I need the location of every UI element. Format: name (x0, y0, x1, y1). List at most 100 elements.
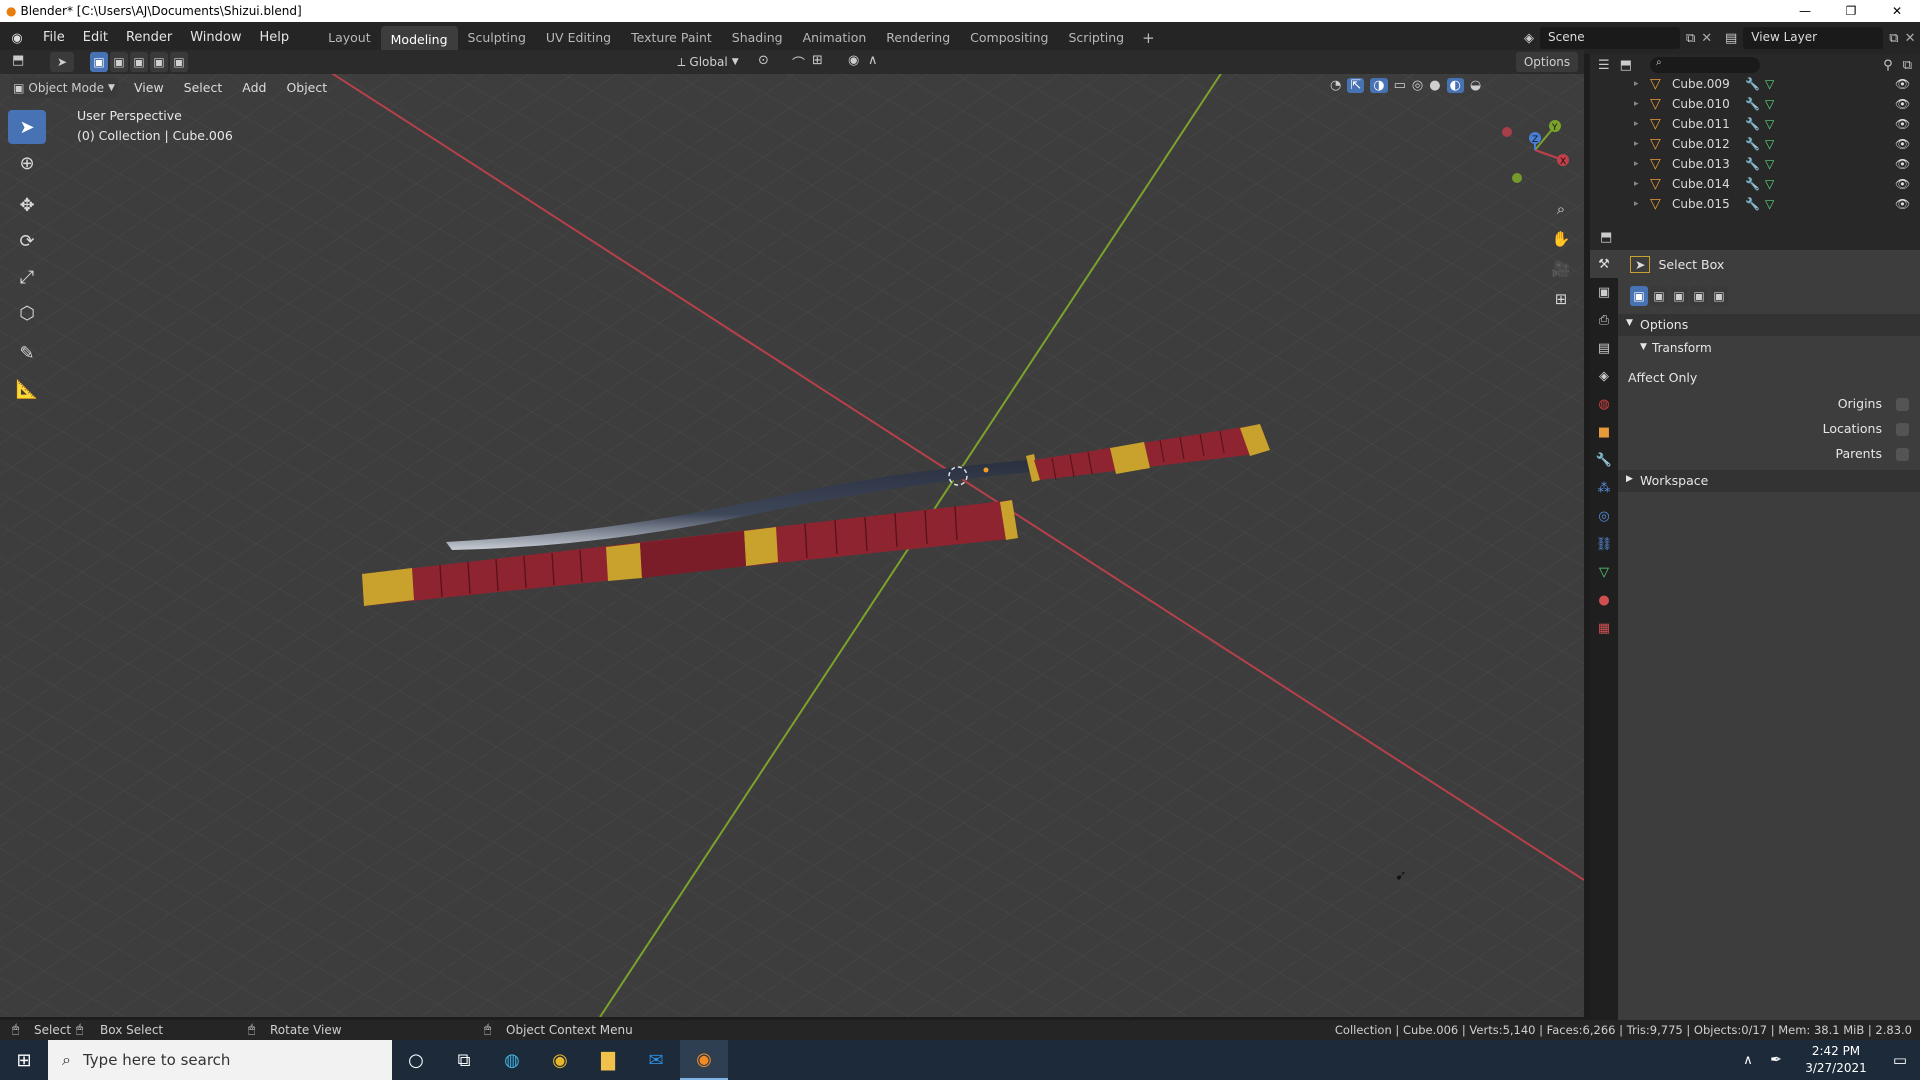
modifier-wrench-icon[interactable]: 🔧 (1745, 197, 1760, 211)
proportional-edit-icon[interactable]: ◉ (848, 53, 859, 68)
gizmo-toggle-icon[interactable]: ⇱ (1347, 78, 1365, 93)
measure-tool[interactable]: 📐 (8, 372, 46, 406)
prop-select-subtract-icon[interactable]: ▣ (1670, 286, 1688, 306)
task-view-icon[interactable]: ⧉ (440, 1040, 488, 1080)
outliner-item[interactable]: ▸ ▽ Cube.012 🔧 ▽ 👁 (1590, 134, 1920, 154)
move-tool[interactable]: ✥ (8, 188, 46, 222)
scene-field[interactable]: Scene (1540, 27, 1680, 49)
taskbar-search[interactable]: ⌕ Type here to search (48, 1040, 392, 1080)
new-scene-icon[interactable]: ⧉ (1686, 31, 1695, 46)
particles-tab-icon[interactable]: ⁂ (1590, 474, 1618, 502)
delete-scene-icon[interactable]: ✕ (1701, 31, 1712, 46)
active-tool-icon[interactable]: ➤ (50, 52, 74, 72)
prop-select-extend-icon[interactable]: ▣ (1650, 286, 1668, 306)
gizmo-neg-x-handle[interactable] (1502, 127, 1512, 137)
mesh-data-icon[interactable]: ▽ (1765, 77, 1774, 91)
visibility-eye-icon[interactable]: 👁 (1895, 117, 1910, 131)
wireframe-shading-icon[interactable]: ◎ (1412, 78, 1423, 93)
select-extend-icon[interactable]: ▣ (110, 52, 128, 72)
constraints-tab-icon[interactable]: ⛓ (1590, 530, 1618, 558)
new-collection-icon[interactable]: ⧉ (1903, 58, 1912, 73)
select-box-tool[interactable]: ➤ (8, 110, 46, 144)
xray-icon[interactable]: ▭ (1394, 78, 1406, 93)
chevron-right-icon[interactable]: ▸ (1634, 159, 1639, 169)
blender-menu-icon[interactable]: ◉ (0, 31, 34, 46)
texture-tab-icon[interactable]: ▦ (1590, 614, 1618, 642)
close-button[interactable]: ✕ (1874, 0, 1920, 22)
material-tab-icon[interactable]: ● (1590, 586, 1618, 614)
delete-view-layer-icon[interactable]: ✕ (1905, 31, 1916, 46)
blender-taskbar-icon[interactable]: ◉ (680, 1040, 728, 1080)
properties-editor-icon[interactable]: ⬒ (1600, 230, 1612, 245)
mesh-data-icon[interactable]: ▽ (1765, 97, 1774, 111)
prop-select-invert-icon[interactable]: ▣ (1690, 286, 1708, 306)
pen-workspace-icon[interactable]: ✒ (1762, 1040, 1790, 1080)
chevron-right-icon[interactable]: ▸ (1634, 139, 1639, 149)
filter-icon[interactable]: ⚲ (1883, 58, 1893, 73)
viewport-menu-view[interactable]: View (126, 78, 172, 97)
modifier-wrench-icon[interactable]: 🔧 (1745, 97, 1760, 111)
scene-tab-icon[interactable]: ◈ (1590, 362, 1618, 390)
rendered-shading-icon[interactable]: ◒ (1470, 78, 1481, 93)
select-invert-icon[interactable]: ▣ (150, 52, 168, 72)
chevron-right-icon[interactable]: ▸ (1634, 79, 1639, 89)
show-hidden-icons[interactable]: ∧ (1736, 1040, 1760, 1080)
transform-tool[interactable]: ⬡ (8, 296, 46, 330)
display-mode-icon[interactable]: ⬒ (1620, 58, 1632, 73)
minimize-button[interactable]: — (1782, 0, 1828, 22)
modifier-wrench-icon[interactable]: 🔧 (1745, 77, 1760, 91)
modifier-wrench-icon[interactable]: 🔧 (1745, 177, 1760, 191)
3d-viewport[interactable]: ➹ ▣ Object Mode ▼ View Select Add Object ◔ … (0, 72, 1584, 1017)
outliner-item[interactable]: ▸ ▽ Cube.015 🔧 ▽ 👁 (1590, 194, 1920, 214)
viewport-menu-select[interactable]: Select (176, 78, 231, 97)
origins-checkbox[interactable] (1896, 398, 1909, 411)
annotate-tool[interactable]: ✎ (8, 336, 46, 370)
modifier-wrench-icon[interactable]: 🔧 (1745, 157, 1760, 171)
notification-icon[interactable]: ▭ (1880, 1040, 1920, 1080)
snap-icon[interactable]: ⌒ (792, 53, 805, 72)
viewport-canvas[interactable]: ➹ (0, 72, 1584, 1017)
camera-view-icon[interactable]: 🎥 (1548, 256, 1574, 282)
restore-button[interactable]: ❐ (1828, 0, 1874, 22)
physics-tab-icon[interactable]: ◎ (1590, 502, 1618, 530)
edge-icon[interactable]: ◍ (488, 1040, 536, 1080)
falloff-icon[interactable]: ∧ (868, 53, 878, 68)
material-shading-icon[interactable]: ◐ (1446, 78, 1464, 93)
outliner-item[interactable]: ▸ ▽ Cube.011 🔧 ▽ 👁 (1590, 114, 1920, 134)
output-tab-icon[interactable]: ⎙ (1590, 306, 1618, 334)
viewport-menu-add[interactable]: Add (234, 78, 274, 97)
options-section-header[interactable]: ▼ Options (1618, 314, 1920, 336)
file-explorer-icon[interactable]: ▇ (584, 1040, 632, 1080)
modifier-wrench-icon[interactable]: 🔧 (1745, 117, 1760, 131)
chevron-right-icon[interactable]: ▸ (1634, 99, 1639, 109)
view-layer-field[interactable]: View Layer (1743, 27, 1884, 49)
scale-tool[interactable]: ⤢ (8, 260, 46, 294)
navigation-gizmo[interactable]: Y X Z (1493, 112, 1573, 192)
outliner-item[interactable]: ▸ ▽ Cube.010 🔧 ▽ 👁 (1590, 94, 1920, 114)
taskbar-clock[interactable]: 2:42 PM 3/27/2021 (1796, 1043, 1876, 1077)
mesh-data-icon[interactable]: ▽ (1765, 117, 1774, 131)
mesh-data-icon[interactable]: ▽ (1765, 197, 1774, 211)
locations-checkbox[interactable] (1896, 423, 1909, 436)
view-layer-tab-icon[interactable]: ▤ (1590, 334, 1618, 362)
data-tab-icon[interactable]: ▽ (1590, 558, 1618, 586)
overlay-toggle-icon[interactable]: ◑ (1370, 78, 1388, 93)
outliner-item[interactable]: ▸ ▽ Cube.013 🔧 ▽ 👁 (1590, 154, 1920, 174)
viewport-menu-object[interactable]: Object (278, 78, 335, 97)
chevron-right-icon[interactable]: ▸ (1634, 199, 1639, 209)
object-tab-icon[interactable]: ■ (1590, 418, 1618, 446)
parents-checkbox[interactable] (1896, 448, 1909, 461)
zoom-icon[interactable]: ⌕ (1548, 196, 1574, 222)
modifier-tab-icon[interactable]: 🔧 (1590, 446, 1618, 474)
chrome-icon[interactable]: ◉ (536, 1040, 584, 1080)
outliner-search-input[interactable]: ⌕ (1649, 57, 1760, 73)
visibility-eye-icon[interactable]: 👁 (1895, 77, 1910, 91)
outliner-item[interactable]: ▸ ▽ Cube.014 🔧 ▽ 👁 (1590, 174, 1920, 194)
chevron-right-icon[interactable]: ▸ (1634, 179, 1639, 189)
prop-select-intersect-icon[interactable]: ▣ (1710, 286, 1728, 306)
visibility-icon[interactable]: ◔ (1330, 78, 1341, 93)
rotate-tool[interactable]: ⟳ (8, 224, 46, 258)
visibility-eye-icon[interactable]: 👁 (1895, 177, 1910, 191)
windows-start-icon[interactable]: ⊞ (0, 1040, 48, 1080)
transform-subsection-header[interactable]: ▼ Transform (1618, 338, 1920, 360)
